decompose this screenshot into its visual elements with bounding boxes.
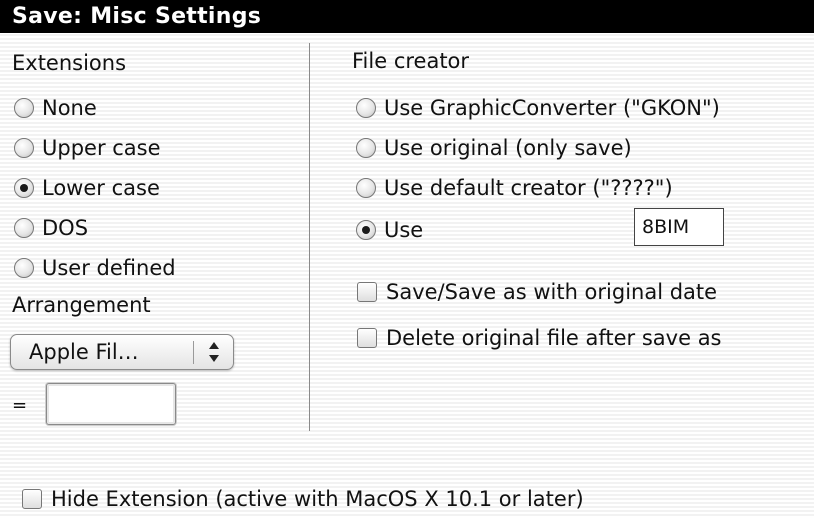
extensions-heading: Extensions bbox=[12, 51, 127, 75]
radio-icon bbox=[14, 98, 34, 118]
extension-radio-upper-case[interactable]: Upper case bbox=[14, 136, 161, 160]
user-defined-extension-field[interactable] bbox=[46, 383, 176, 425]
original-date-checkbox[interactable]: Save/Save as with original date bbox=[357, 280, 717, 304]
creator-radio-use-custom[interactable]: Use bbox=[356, 218, 423, 242]
radio-selected-icon bbox=[14, 178, 34, 198]
radio-label: None bbox=[42, 96, 97, 120]
radio-label: DOS bbox=[42, 216, 89, 240]
radio-icon bbox=[14, 258, 34, 278]
radio-label: Lower case bbox=[42, 176, 160, 200]
creator-code-field[interactable]: 8BIM bbox=[634, 208, 724, 246]
arrangement-heading: Arrangement bbox=[12, 293, 151, 317]
arrangement-popup-value: Apple Fil… bbox=[29, 340, 139, 364]
checkbox-icon bbox=[357, 282, 377, 302]
radio-label: Use original (only save) bbox=[384, 136, 632, 160]
file-creator-heading: File creator bbox=[352, 49, 470, 73]
radio-label: Use default creator ("????") bbox=[384, 176, 673, 200]
extension-radio-none[interactable]: None bbox=[14, 96, 97, 120]
radio-icon bbox=[356, 178, 376, 198]
equals-label: = bbox=[12, 395, 28, 416]
extension-radio-dos[interactable]: DOS bbox=[14, 216, 88, 240]
checkbox-icon bbox=[22, 489, 42, 509]
delete-original-checkbox[interactable]: Delete original file after save as bbox=[357, 326, 722, 350]
checkbox-label: Delete original file after save as bbox=[386, 326, 722, 350]
creator-radio-use-original[interactable]: Use original (only save) bbox=[356, 136, 632, 160]
window-title: Save: Misc Settings bbox=[0, 0, 814, 33]
radio-icon bbox=[14, 218, 34, 238]
checkbox-icon bbox=[357, 328, 377, 348]
radio-label: Use bbox=[384, 218, 424, 242]
column-divider bbox=[309, 43, 310, 431]
extension-radio-lower-case[interactable]: Lower case bbox=[14, 176, 160, 200]
radio-label: User defined bbox=[42, 256, 176, 280]
radio-label: Upper case bbox=[42, 136, 161, 160]
checkbox-label: Hide Extension (active with MacOS X 10.1… bbox=[51, 487, 584, 511]
radio-icon bbox=[356, 138, 376, 158]
radio-icon bbox=[14, 138, 34, 158]
up-down-arrows-icon bbox=[209, 342, 219, 362]
radio-icon bbox=[356, 98, 376, 118]
checkbox-label: Save/Save as with original date bbox=[386, 280, 718, 304]
radio-label: Use GraphicConverter ("GKON") bbox=[384, 96, 720, 120]
radio-selected-icon bbox=[356, 220, 376, 240]
creator-radio-graphicconverter[interactable]: Use GraphicConverter ("GKON") bbox=[356, 96, 720, 120]
hide-extension-checkbox[interactable]: Hide Extension (active with MacOS X 10.1… bbox=[22, 487, 584, 511]
popup-separator bbox=[193, 341, 194, 364]
extension-radio-user-defined[interactable]: User defined bbox=[14, 256, 176, 280]
creator-radio-default-creator[interactable]: Use default creator ("????") bbox=[356, 176, 673, 200]
arrangement-popup[interactable]: Apple Fil… bbox=[10, 334, 234, 370]
